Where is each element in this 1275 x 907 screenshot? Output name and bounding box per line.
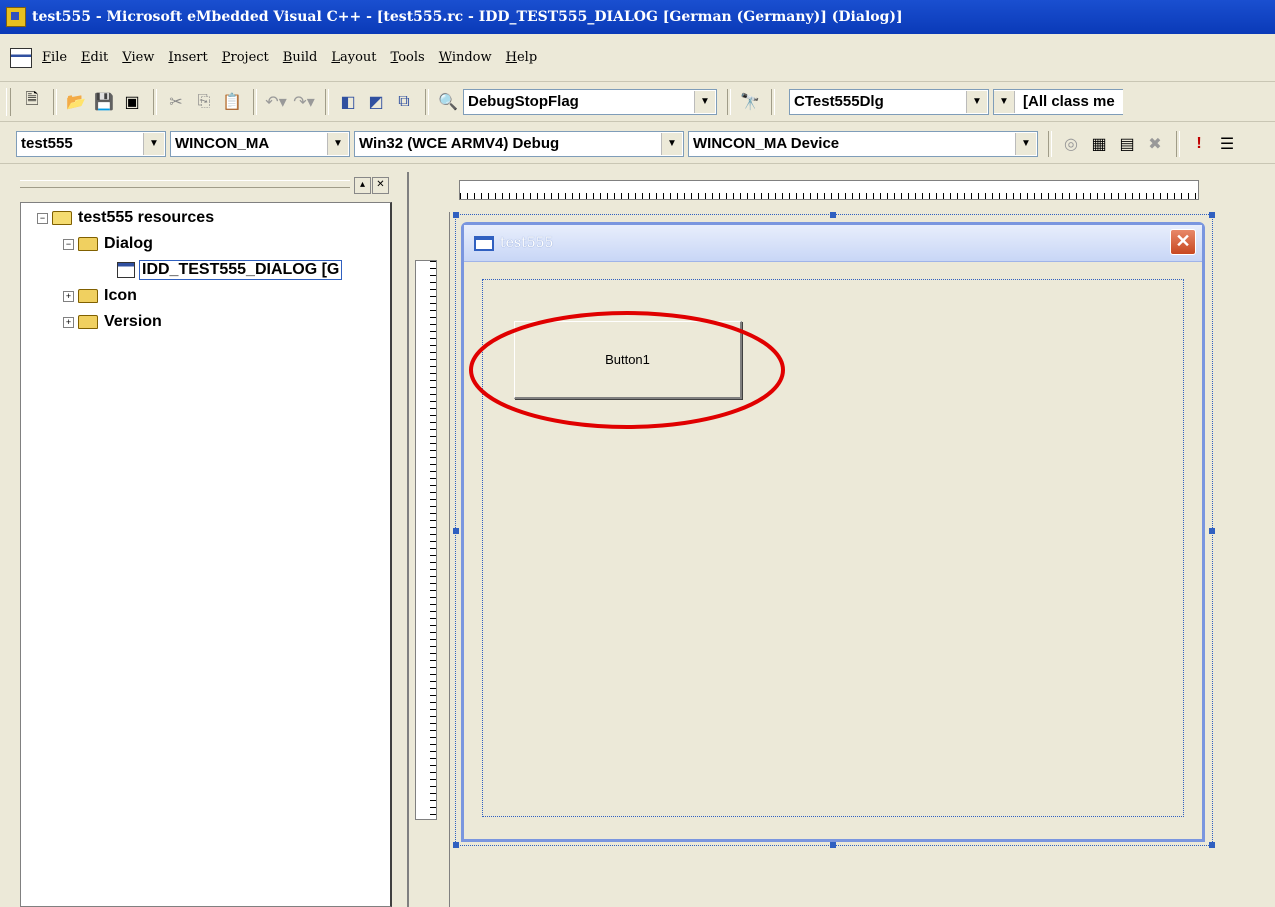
open-folder-icon [78,237,98,251]
folder-icon [78,315,98,329]
redo-icon[interactable]: ↷▾ [291,89,317,115]
cut-icon[interactable]: ✂ [163,89,189,115]
project-combo[interactable]: test555 ▼ [16,130,166,157]
window-title: test555 - Microsoft eMbedded Visual C++ … [32,9,903,25]
expand-icon[interactable]: + [63,316,74,328]
menu-file[interactable]: File [42,48,67,67]
copy-icon[interactable]: ⎘ [191,89,217,115]
output-icon[interactable]: ◩ [363,89,389,115]
resize-handle[interactable] [453,842,459,848]
resize-handle[interactable] [830,842,836,848]
open-folder-icon[interactable]: 📂 [63,89,89,115]
close-icon[interactable]: ✕ [1170,229,1196,255]
breakpoint-icon[interactable]: ☰ [1214,131,1240,157]
find-in-files-icon[interactable]: 🔍 [435,89,461,115]
find-combo[interactable]: DebugStopFlag ▼ [463,88,717,115]
configuration-combo[interactable]: Win32 (WCE ARMV4) Debug ▼ [354,130,684,157]
open-folder-icon [52,211,72,225]
workspace-icon[interactable]: ◧ [335,89,361,115]
chevron-down-icon[interactable]: ▼ [966,90,987,113]
find-binoculars-icon[interactable]: 🔭 [737,89,763,115]
undo-icon[interactable]: ↶▾ [263,89,289,115]
new-file-icon[interactable]: 🗎 [19,89,45,115]
chevron-down-icon[interactable]: ▼ [694,90,715,113]
resize-handle[interactable] [453,212,459,218]
rebuild-icon[interactable]: ▤ [1114,131,1140,157]
window-icon [474,235,494,251]
menu-window[interactable]: Window [439,48,492,67]
chevron-down-icon[interactable]: ▼ [661,132,682,155]
save-icon[interactable]: 💾 [91,89,117,115]
platform-combo[interactable]: WINCON_MA ▼ [170,130,350,157]
chevron-down-icon[interactable]: ▼ [327,132,348,155]
chevron-down-icon[interactable]: ▼ [143,132,164,155]
resize-handle[interactable] [1209,528,1215,534]
expand-icon[interactable]: + [63,290,74,302]
red-annotation-ellipse [469,311,785,429]
menu-insert[interactable]: Insert [168,48,207,67]
wce-configuration-toolbar: test555 ▼ WINCON_MA ▼ Win32 (WCE ARMV4) … [0,124,1275,164]
menu-layout[interactable]: Layout [331,48,376,67]
dialog-editor: test555 ✕ Button1 [407,172,1275,907]
compile-icon[interactable]: ◎ [1058,131,1084,157]
menu-build[interactable]: Build [283,48,318,67]
resize-handle[interactable] [453,528,459,534]
standard-toolbar: 🗎 📂 💾 ▣ ✂ ⎘ 📋 ↶▾ ↷▾ ◧ ◩ ⧉ 🔍 DebugStopFla… [0,82,1275,122]
dialog-resource-icon [117,262,135,278]
tree-folder-icon[interactable]: + Icon [63,287,137,305]
menu-help[interactable]: Help [506,48,538,67]
menu-view[interactable]: View [122,48,154,67]
execute-icon[interactable]: ! [1186,131,1212,157]
class-combo[interactable]: CTest555Dlg ▼ [789,88,989,115]
chevron-down-icon[interactable]: ▼ [994,90,1015,113]
collapse-icon[interactable]: − [37,212,48,224]
workspace-pane: ▴ ✕ − test555 resources − Dialog IDD_TES… [8,172,392,907]
members-combo[interactable]: ▼ [All class me [993,88,1123,115]
stop-build-icon[interactable]: ✖ [1142,131,1168,157]
tree-folder-dialog[interactable]: − Dialog [63,235,153,253]
close-pane-icon[interactable]: ✕ [372,177,389,194]
resize-handle[interactable] [830,212,836,218]
menu-bar: File Edit View Insert Project Build Layo… [0,34,1275,82]
build-icon[interactable]: ▦ [1086,131,1112,157]
pane-grip[interactable] [20,180,350,188]
tree-item-dialog-resource[interactable]: IDD_TEST555_DIALOG [G [117,260,343,280]
toolbar-grip[interactable] [6,87,11,116]
document-system-menu-icon[interactable] [10,47,32,68]
save-all-icon[interactable]: ▣ [119,89,145,115]
menu-project[interactable]: Project [222,48,269,67]
device-combo[interactable]: WINCON_MA Device ▼ [688,130,1038,157]
title-bar: test555 - Microsoft eMbedded Visual C++ … [0,0,1275,34]
pane-header: ▴ ✕ [8,172,392,198]
folder-icon [78,289,98,303]
dialog-title-bar: test555 [464,225,1202,262]
window-list-icon[interactable]: ⧉ [391,89,417,115]
resource-tree: − test555 resources − Dialog IDD_TEST555… [20,202,392,907]
vertical-ruler[interactable] [415,260,437,820]
menu-edit[interactable]: Edit [81,48,108,67]
menu-tools[interactable]: Tools [391,48,425,67]
tree-root-resources[interactable]: − test555 resources [37,209,214,227]
app-icon [6,7,26,27]
paste-icon[interactable]: 📋 [219,89,245,115]
chevron-down-icon[interactable]: ▼ [1015,132,1036,155]
resize-handle[interactable] [1209,212,1215,218]
collapse-icon[interactable]: − [63,238,74,250]
horizontal-ruler[interactable] [459,180,1199,200]
maximize-pane-icon[interactable]: ▴ [354,177,371,194]
resize-handle[interactable] [1209,842,1215,848]
tree-folder-version[interactable]: + Version [63,313,162,331]
